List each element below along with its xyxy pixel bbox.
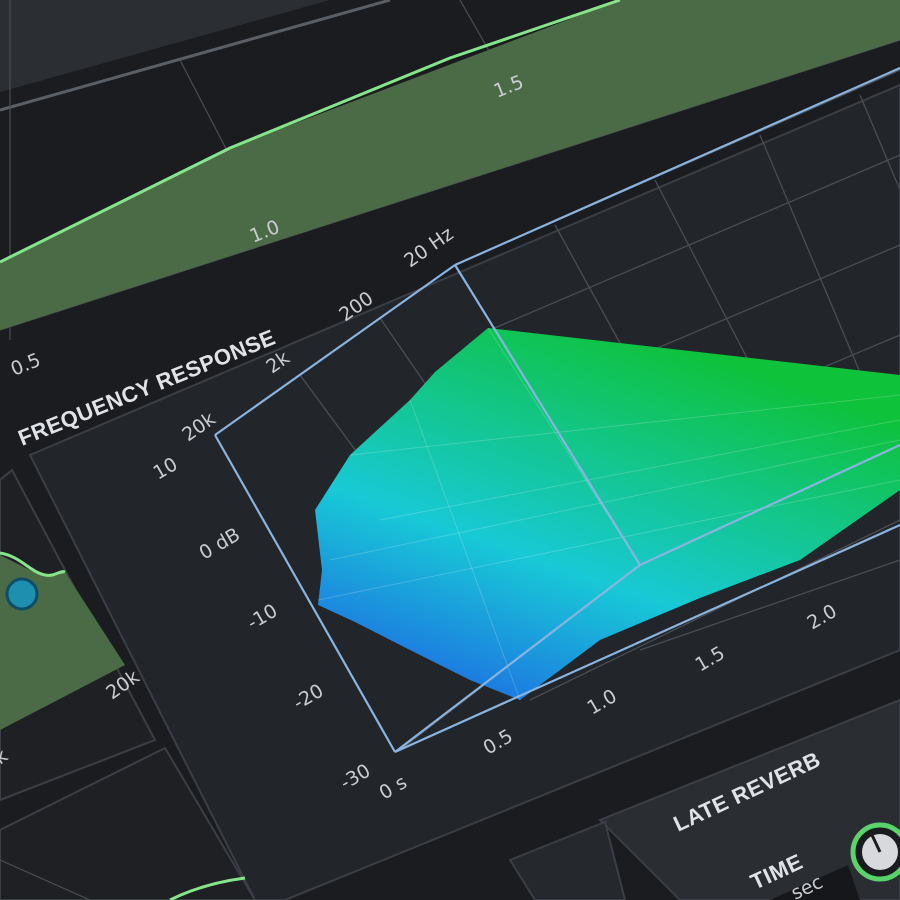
adjacent-panel <box>508 820 627 900</box>
reverb-plugin-view: 0.5 1.0 1.5 FREQUENCY RESPONSE 20 Hz 200… <box>0 0 900 900</box>
top-x-tick-0-5: 0.5 <box>8 349 44 381</box>
top-panel-edge <box>0 0 330 92</box>
eq-band-handle[interactable] <box>5 577 39 611</box>
time-knob[interactable] <box>850 822 900 882</box>
freq-tick-20hz: 20 Hz <box>400 223 457 272</box>
